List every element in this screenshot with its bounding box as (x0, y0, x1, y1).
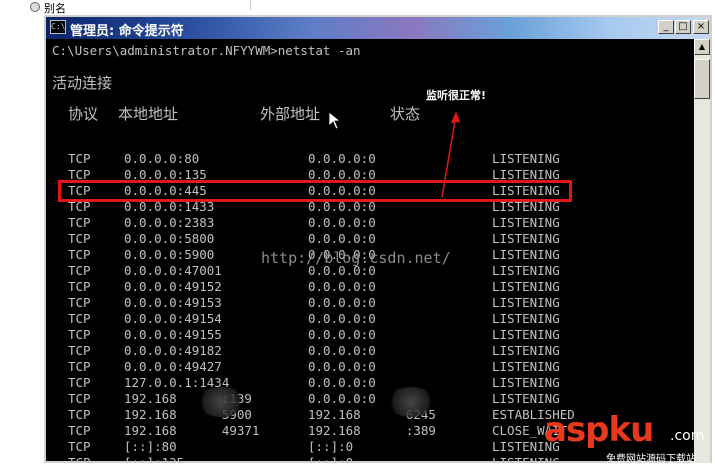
row-local-address: 0.0.0.0:49152 (124, 279, 222, 294)
row-protocol: TCP (68, 375, 91, 390)
row-local-address: 0.0.0.0:2383 (124, 215, 215, 230)
header-state: 状态 (390, 105, 421, 123)
row-foreign-address: 0.0.0.0:0 (308, 391, 376, 406)
redaction-smudge (196, 387, 246, 417)
logo-subtitle: 免费网站源码下载站 (606, 454, 696, 465)
row-protocol: TCP (68, 423, 91, 438)
header-local-address: 本地地址 (118, 105, 179, 123)
row-local-address: [::]:80 (124, 439, 177, 454)
minimize-button[interactable]: _ (658, 20, 674, 34)
header-foreign-address: 外部地址 (260, 105, 321, 123)
row-protocol: TCP (68, 263, 91, 278)
table-row: TCP 0.0.0.0:49152 0.0.0.0:0 LISTENING (46, 279, 694, 295)
row-protocol: TCP (68, 151, 91, 166)
row-foreign-address: 0.0.0.0:0 (308, 375, 376, 390)
scroll-thumb[interactable] (694, 59, 710, 99)
close-button[interactable]: × (693, 20, 709, 34)
row-foreign-address: 0.0.0.0:0 (308, 231, 376, 246)
row-foreign-address: [::]:0 (308, 439, 354, 454)
table-row: TCP 0.0.0.0:80 0.0.0.0:0 LISTENING (46, 151, 694, 167)
row-protocol: TCP (68, 343, 91, 358)
row-protocol: TCP (68, 295, 91, 310)
row-foreign-address: 0.0.0.0:0 (308, 279, 376, 294)
row-protocol: TCP (68, 231, 91, 246)
row-protocol: TCP (68, 327, 91, 342)
redaction-smudge (386, 387, 436, 417)
row-foreign-address: 0.0.0.0:0 (308, 311, 376, 326)
row-state: LISTENING (492, 247, 560, 262)
row-protocol: TCP (68, 439, 91, 454)
header-protocol: 协议 (68, 105, 99, 123)
table-row: TCP 0.0.0.0:49154 0.0.0.0:0 LISTENING (46, 311, 694, 327)
row-local-address: 192.168 49371 (124, 423, 260, 438)
table-row: TCP 0.0.0.0:49153 0.0.0.0:0 LISTENING (46, 295, 694, 311)
row-protocol: TCP (68, 455, 91, 463)
row-state: LISTENING (492, 279, 560, 294)
row-foreign-address: [::]:0 (308, 455, 354, 463)
row-state: LISTENING (492, 359, 560, 374)
row-foreign-address: 192.168 :389 (308, 423, 436, 438)
table-row: TCP 0.0.0.0:49427 0.0.0.0:0 LISTENING (46, 359, 694, 375)
row-protocol: TCP (68, 215, 91, 230)
logo-suffix-text: .com (670, 428, 705, 444)
row-local-address: [::]:135 (124, 455, 185, 463)
row-protocol: TCP (68, 391, 91, 406)
row-foreign-address: 0.0.0.0:0 (308, 295, 376, 310)
row-state: LISTENING (492, 343, 560, 358)
row-foreign-address: 0.0.0.0:0 (308, 327, 376, 342)
row-protocol: TCP (68, 279, 91, 294)
section-title: 活动连接 (52, 74, 113, 92)
table-row: TCP 192.168 :139 0.0.0.0:0 LISTENING (46, 391, 694, 407)
console-app-icon: C:\ (50, 20, 66, 34)
row-state: LISTENING (492, 311, 560, 326)
command-prompt-line: C:\Users\administrator.NFYYWM>netstat -a… (52, 43, 361, 58)
table-row: TCP 0.0.0.0:49182 0.0.0.0:0 LISTENING (46, 343, 694, 359)
background-divider (250, 0, 251, 10)
row-foreign-address: 0.0.0.0:0 (308, 343, 376, 358)
annotation-text: 监听很正常! (426, 89, 487, 102)
row-state: LISTENING (492, 263, 560, 278)
console-output[interactable]: C:\Users\administrator.NFYYWM>netstat -a… (46, 39, 694, 463)
background-label: 别名 (44, 2, 66, 15)
command-prompt-window: C:\ 管理员: 命令提示符 _ □ × C:\Users\administra… (44, 15, 712, 463)
row-state: LISTENING (492, 151, 560, 166)
row-protocol: TCP (68, 311, 91, 326)
background-app-icon (30, 2, 40, 12)
scroll-up-button[interactable]: ▲ (694, 39, 710, 55)
logo-main-text: aspku (544, 410, 654, 450)
watermark-url: http://blog.csdn.net/ (261, 249, 451, 267)
row-foreign-address: 0.0.0.0:0 (308, 215, 376, 230)
table-row: TCP 0.0.0.0:49155 0.0.0.0:0 LISTENING (46, 327, 694, 343)
window-title: 管理员: 命令提示符 (70, 24, 184, 39)
mouse-cursor-icon (328, 111, 342, 130)
row-state: LISTENING (492, 295, 560, 310)
table-row: TCP 127.0.0.1:1434 0.0.0.0:0 LISTENING (46, 375, 694, 391)
table-row: TCP 0.0.0.0:5800 0.0.0.0:0 LISTENING (46, 231, 694, 247)
row-foreign-address: 0.0.0.0:0 (308, 151, 376, 166)
row-local-address: 0.0.0.0:49154 (124, 311, 222, 326)
row-local-address: 0.0.0.0:49153 (124, 295, 222, 310)
vertical-scrollbar[interactable]: ▲ (694, 39, 710, 463)
maximize-button[interactable]: □ (675, 20, 691, 34)
row-state: LISTENING (492, 391, 560, 406)
row-local-address: 0.0.0.0:47001 (124, 263, 222, 278)
row-protocol: TCP (68, 359, 91, 374)
row-state: LISTENING (492, 375, 560, 390)
site-logo: aspku .com 免费网站源码下载站 (544, 412, 714, 466)
highlight-box-1433 (58, 180, 572, 202)
row-foreign-address: 0.0.0.0:0 (308, 359, 376, 374)
row-protocol: TCP (68, 407, 91, 422)
table-row: TCP 0.0.0.0:2383 0.0.0.0:0 LISTENING (46, 215, 694, 231)
title-bar[interactable]: C:\ 管理员: 命令提示符 _ □ × (46, 17, 710, 39)
row-local-address: 0.0.0.0:49155 (124, 327, 222, 342)
row-local-address: 0.0.0.0:5900 (124, 247, 215, 262)
row-state: LISTENING (492, 215, 560, 230)
row-state: LISTENING (492, 231, 560, 246)
row-local-address: 0.0.0.0:49182 (124, 343, 222, 358)
row-local-address: 0.0.0.0:5800 (124, 231, 215, 246)
row-protocol: TCP (68, 247, 91, 262)
row-local-address: 0.0.0.0:80 (124, 151, 200, 166)
row-state: LISTENING (492, 327, 560, 342)
row-local-address: 0.0.0.0:49427 (124, 359, 222, 374)
